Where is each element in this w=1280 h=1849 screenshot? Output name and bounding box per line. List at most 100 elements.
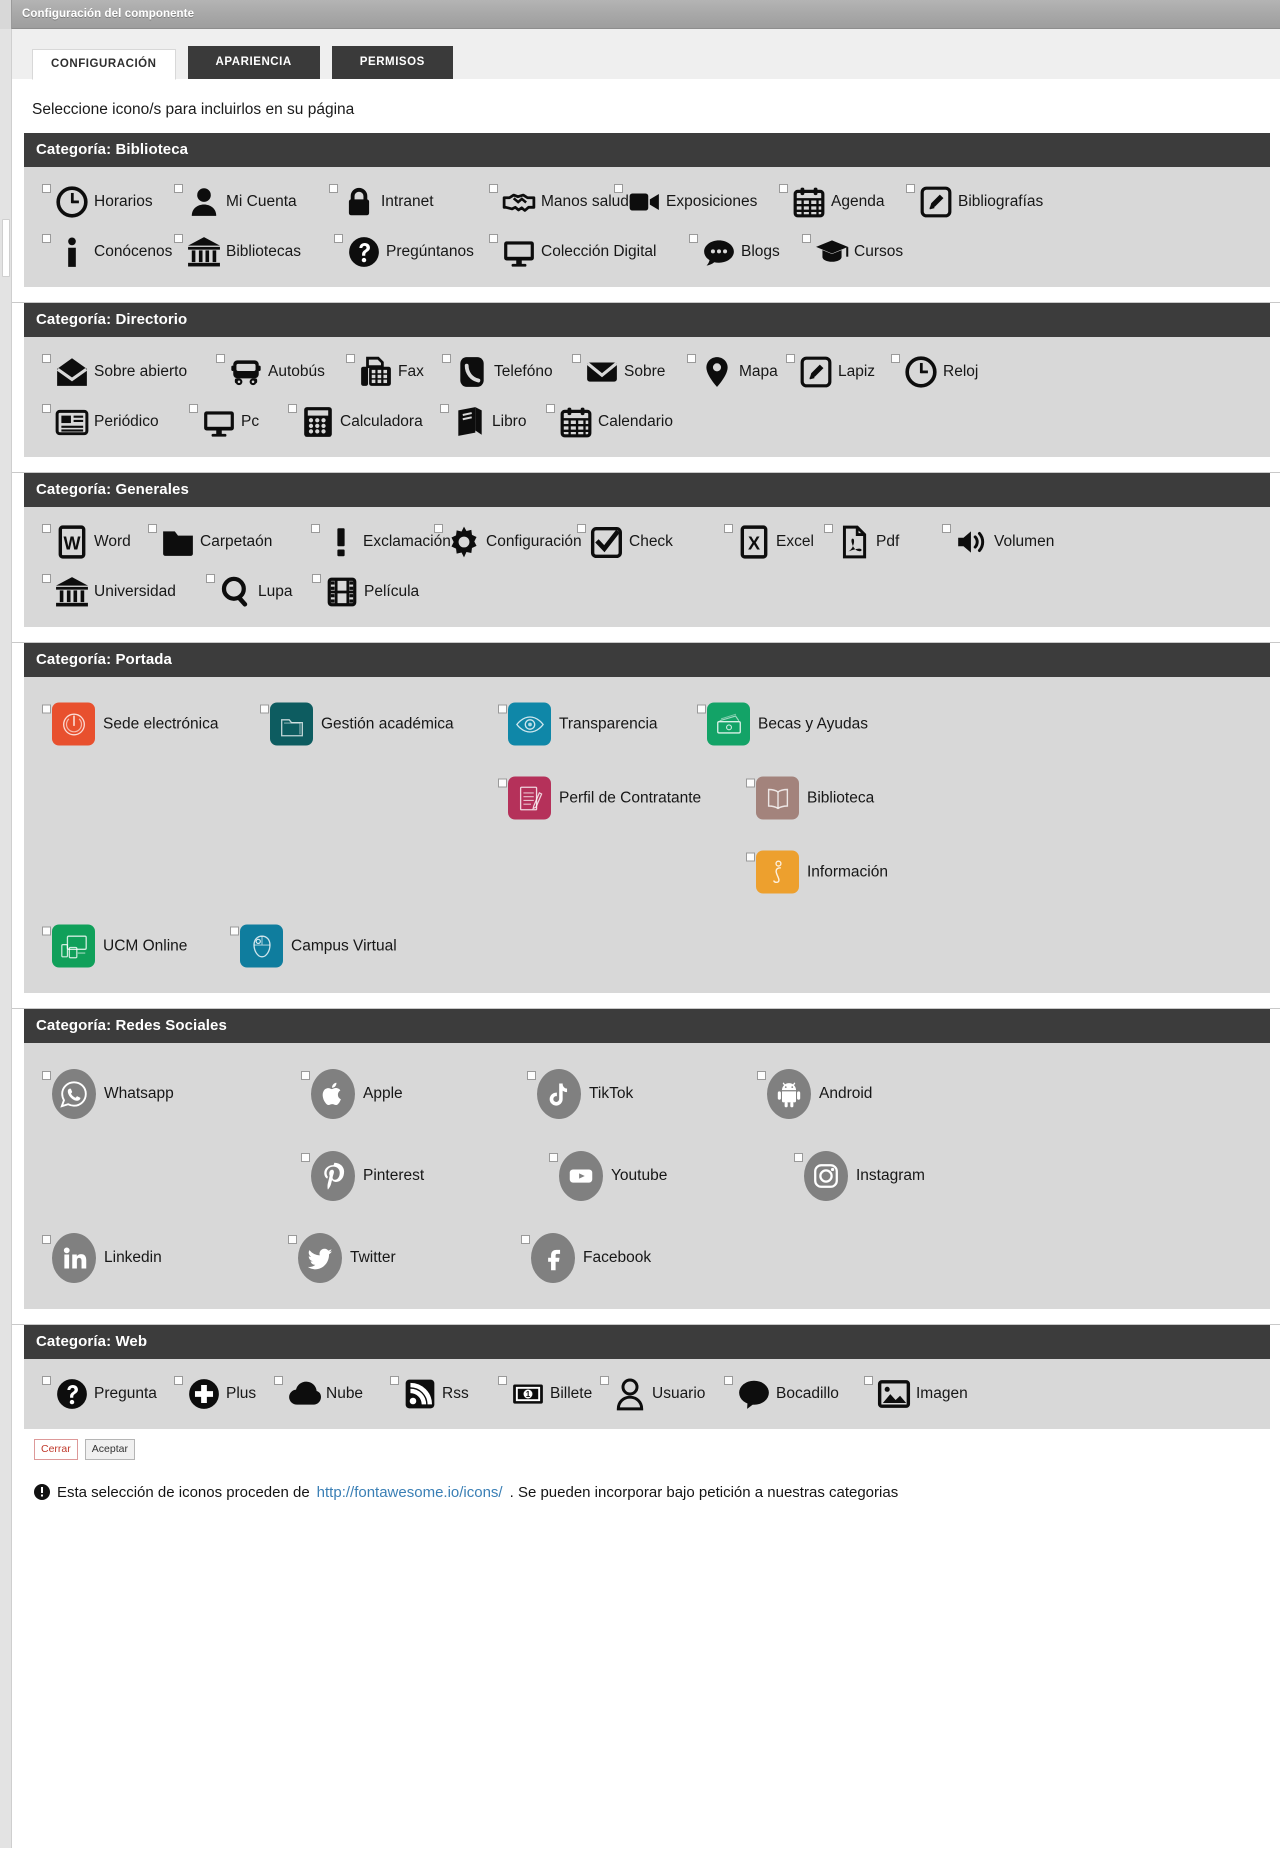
- icon-checkbox[interactable]: [600, 1376, 609, 1385]
- fontawesome-link[interactable]: http://fontawesome.io/icons/: [317, 1484, 503, 1501]
- icon-option[interactable]: Colección Digital: [489, 232, 656, 272]
- tab-configuracin[interactable]: CONFIGURACIÓN: [32, 48, 176, 80]
- icon-checkbox[interactable]: [577, 524, 586, 533]
- icon-checkbox[interactable]: [346, 354, 355, 363]
- icon-checkbox[interactable]: [312, 574, 321, 583]
- icon-checkbox[interactable]: [260, 704, 269, 714]
- icon-option[interactable]: 1 Billete: [498, 1374, 592, 1414]
- icon-checkbox[interactable]: [442, 354, 451, 363]
- icon-option[interactable]: Sobre abierto: [42, 352, 187, 392]
- icon-checkbox[interactable]: [689, 234, 698, 243]
- icon-checkbox[interactable]: [724, 1376, 733, 1385]
- icon-option[interactable]: Configuración: [434, 522, 582, 562]
- icon-option[interactable]: Cursos: [802, 232, 903, 272]
- icon-checkbox[interactable]: [42, 354, 51, 363]
- icon-option[interactable]: Blogs: [689, 232, 780, 272]
- icon-option[interactable]: Libro: [440, 402, 526, 442]
- icon-option[interactable]: Horarios: [42, 182, 153, 222]
- icon-checkbox[interactable]: [906, 184, 915, 193]
- icon-checkbox[interactable]: [891, 354, 900, 363]
- scrollbar-rail[interactable]: [0, 29, 12, 1848]
- icon-checkbox[interactable]: [824, 524, 833, 533]
- icon-checkbox[interactable]: [174, 234, 183, 243]
- icon-option[interactable]: TikTok: [527, 1069, 633, 1119]
- icon-checkbox[interactable]: [498, 778, 507, 788]
- icon-checkbox[interactable]: [42, 926, 51, 936]
- icon-checkbox[interactable]: [521, 1235, 530, 1244]
- icon-checkbox[interactable]: [42, 234, 51, 243]
- icon-checkbox[interactable]: [546, 404, 555, 413]
- icon-option[interactable]: Volumen: [942, 522, 1054, 562]
- icon-checkbox[interactable]: [42, 404, 51, 413]
- icon-option[interactable]: Pregúntanos: [334, 232, 474, 272]
- icon-option[interactable]: Twitter: [288, 1233, 396, 1283]
- accept-button[interactable]: Aceptar: [84, 1439, 135, 1460]
- icon-option[interactable]: Exposiciones: [614, 182, 757, 222]
- icon-checkbox[interactable]: [498, 704, 507, 714]
- icon-option[interactable]: Pinterest: [301, 1151, 424, 1201]
- icon-checkbox[interactable]: [42, 524, 51, 533]
- icon-checkbox[interactable]: [572, 354, 581, 363]
- icon-option[interactable]: Telefóno: [442, 352, 553, 392]
- icon-option[interactable]: Transparencia: [498, 702, 658, 746]
- icon-option[interactable]: Información: [746, 850, 888, 894]
- icon-option[interactable]: X Excel: [724, 522, 814, 562]
- icon-option[interactable]: Exclamación: [311, 522, 451, 562]
- icon-option[interactable]: Lupa: [206, 572, 292, 612]
- icon-checkbox[interactable]: [274, 1376, 283, 1385]
- icon-option[interactable]: Youtube: [549, 1151, 667, 1201]
- icon-checkbox[interactable]: [527, 1071, 536, 1080]
- icon-checkbox[interactable]: [746, 778, 755, 788]
- icon-option[interactable]: Facebook: [521, 1233, 651, 1283]
- icon-checkbox[interactable]: [724, 524, 733, 533]
- icon-option[interactable]: W Word: [42, 522, 131, 562]
- icon-checkbox[interactable]: [42, 574, 51, 583]
- icon-checkbox[interactable]: [697, 704, 706, 714]
- icon-option[interactable]: UCM Online: [42, 924, 187, 968]
- icon-option[interactable]: Check: [577, 522, 673, 562]
- icon-checkbox[interactable]: [329, 184, 338, 193]
- icon-option[interactable]: Campus Virtual: [230, 924, 397, 968]
- icon-option[interactable]: Gestión académica: [260, 702, 454, 746]
- icon-checkbox[interactable]: [498, 1376, 507, 1385]
- icon-option[interactable]: Linkedin: [42, 1233, 162, 1283]
- icon-option[interactable]: Usuario: [600, 1374, 705, 1414]
- icon-checkbox[interactable]: [489, 184, 498, 193]
- icon-checkbox[interactable]: [288, 404, 297, 413]
- icon-option[interactable]: Universidad: [42, 572, 176, 612]
- icon-option[interactable]: Sede electrónica: [42, 702, 218, 746]
- icon-checkbox[interactable]: [942, 524, 951, 533]
- icon-option[interactable]: Nube: [274, 1374, 363, 1414]
- icon-checkbox[interactable]: [148, 524, 157, 533]
- icon-option[interactable]: Pregunta: [42, 1374, 157, 1414]
- icon-checkbox[interactable]: [802, 234, 811, 243]
- icon-option[interactable]: Apple: [301, 1069, 403, 1119]
- icon-option[interactable]: Bocadillo: [724, 1374, 839, 1414]
- icon-option[interactable]: Reloj: [891, 352, 978, 392]
- icon-option[interactable]: Android: [757, 1069, 872, 1119]
- icon-checkbox[interactable]: [42, 1235, 51, 1244]
- icon-checkbox[interactable]: [687, 354, 696, 363]
- close-button[interactable]: Cerrar: [34, 1439, 78, 1460]
- icon-checkbox[interactable]: [301, 1153, 310, 1162]
- icon-checkbox[interactable]: [189, 404, 198, 413]
- icon-checkbox[interactable]: [434, 524, 443, 533]
- icon-checkbox[interactable]: [42, 704, 51, 714]
- icon-option[interactable]: Sobre: [572, 352, 665, 392]
- icon-option[interactable]: Biblioteca: [746, 776, 874, 820]
- icon-option[interactable]: Mi Cuenta: [174, 182, 297, 222]
- icon-option[interactable]: Calendario: [546, 402, 673, 442]
- icon-checkbox[interactable]: [549, 1153, 558, 1162]
- icon-checkbox[interactable]: [42, 1071, 51, 1080]
- icon-option[interactable]: Rss: [390, 1374, 469, 1414]
- icon-checkbox[interactable]: [390, 1376, 399, 1385]
- icon-option[interactable]: Intranet: [329, 182, 434, 222]
- icon-checkbox[interactable]: [794, 1153, 803, 1162]
- icon-checkbox[interactable]: [864, 1376, 873, 1385]
- icon-option[interactable]: Bibliotecas: [174, 232, 301, 272]
- icon-option[interactable]: Bibliografías: [906, 182, 1043, 222]
- icon-checkbox[interactable]: [288, 1235, 297, 1244]
- icon-checkbox[interactable]: [311, 524, 320, 533]
- tab-permisos[interactable]: PERMISOS: [331, 45, 453, 79]
- icon-option[interactable]: Periódico: [42, 402, 159, 442]
